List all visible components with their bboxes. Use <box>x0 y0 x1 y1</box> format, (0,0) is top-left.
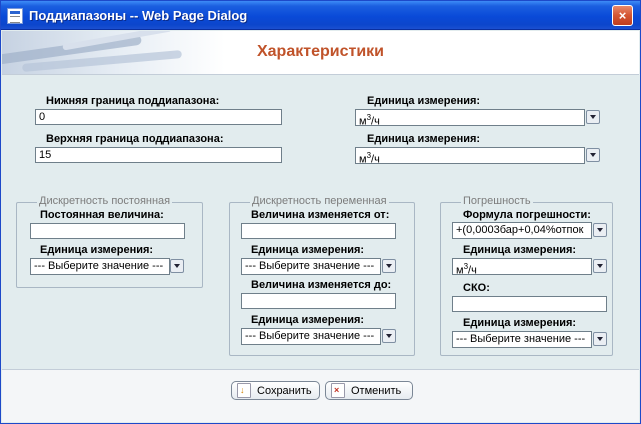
error-unit-label-sko: Единица измерения: <box>463 317 577 329</box>
const-value-label: Постоянная величина: <box>40 209 164 221</box>
var-unit-select-to[interactable]: --- Выберите значение --- <box>241 328 381 345</box>
var-from-input[interactable] <box>241 223 396 239</box>
var-to-input[interactable] <box>241 293 396 309</box>
cancel-button[interactable]: × Отменить <box>325 381 413 400</box>
chevron-down-icon[interactable] <box>586 148 600 162</box>
cancel-icon: × <box>331 383 345 398</box>
error-unit-select[interactable]: м3/ч <box>452 258 592 275</box>
const-unit-label: Единица измерения: <box>40 244 154 256</box>
upper-bound-input[interactable]: 15 <box>35 147 282 163</box>
header-banner: Характеристики <box>2 31 639 75</box>
lower-bound-input[interactable]: 0 <box>35 109 282 125</box>
dialog-window: Поддиапазоны -- Web Page Dialog × Характ… <box>0 0 641 424</box>
unit-label-lower: Единица измерения: <box>367 95 481 107</box>
sko-label: СКО: <box>463 282 490 294</box>
upper-bound-label: Верхняя граница поддиапазона: <box>46 133 224 145</box>
error-formula-label: Формула погрешности: <box>463 209 591 221</box>
unit-select-lower[interactable]: м3/ч <box>355 109 585 126</box>
close-button[interactable]: × <box>612 5 633 26</box>
chevron-down-icon[interactable] <box>382 259 396 273</box>
chevron-down-icon[interactable] <box>593 223 607 237</box>
sko-input[interactable] <box>452 296 607 312</box>
window-title: Поддиапазоны -- Web Page Dialog <box>29 8 248 23</box>
lower-bound-label: Нижняя граница поддиапазона: <box>46 95 220 107</box>
chevron-down-icon[interactable] <box>586 110 600 124</box>
var-from-label: Величина изменяется от: <box>251 209 390 221</box>
chevron-down-icon[interactable] <box>170 259 184 273</box>
var-discreteness-legend: Дискретность переменная <box>250 195 389 207</box>
var-unit-label-from: Единица измерения: <box>251 244 365 256</box>
unit-label-upper: Единица измерения: <box>367 133 481 145</box>
page-title: Характеристики <box>256 43 384 60</box>
chevron-down-icon[interactable] <box>593 259 607 273</box>
dialog-window-icon <box>7 8 23 24</box>
error-unit-select-sko[interactable]: --- Выберите значение --- <box>452 331 592 348</box>
error-unit-label: Единица измерения: <box>463 244 577 256</box>
footer-bar <box>2 370 639 422</box>
chevron-down-icon[interactable] <box>593 332 607 346</box>
var-unit-select-from[interactable]: --- Выберите значение --- <box>241 258 381 275</box>
save-button-label: Сохранить <box>257 385 312 397</box>
const-discreteness-legend: Дискретность постоянная <box>37 195 173 207</box>
var-to-label: Величина изменяется до: <box>251 279 392 291</box>
const-value-input[interactable] <box>30 223 185 239</box>
title-bar[interactable]: Поддиапазоны -- Web Page Dialog × <box>1 1 640 30</box>
cancel-button-label: Отменить <box>351 385 402 397</box>
error-legend: Погрешность <box>461 195 533 207</box>
save-icon: ↓ <box>237 383 251 398</box>
save-button[interactable]: ↓ Сохранить <box>231 381 320 400</box>
const-unit-select[interactable]: --- Выберите значение --- <box>30 258 170 275</box>
var-unit-label-to: Единица измерения: <box>251 314 365 326</box>
chevron-down-icon[interactable] <box>382 329 396 343</box>
error-formula-select[interactable]: +(0,0003бар+0,04%отпок <box>452 222 592 239</box>
unit-select-upper[interactable]: м3/ч <box>355 147 585 164</box>
